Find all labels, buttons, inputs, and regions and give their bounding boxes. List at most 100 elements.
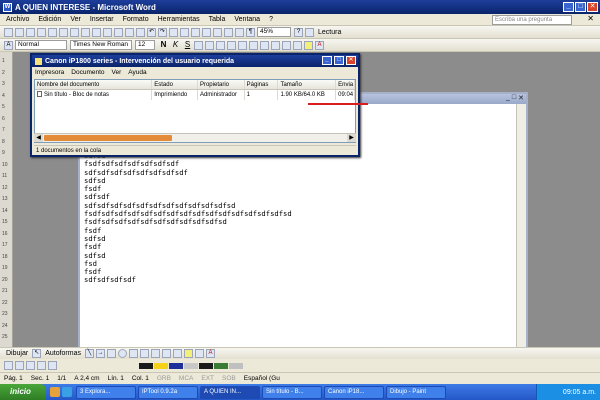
menu-ver[interactable]: Ver [70, 16, 81, 23]
format-painter-icon[interactable] [136, 27, 145, 37]
insert-table-icon[interactable] [191, 27, 200, 37]
reading-icon[interactable] [305, 27, 314, 37]
align-right-icon[interactable] [216, 40, 225, 50]
autoshapes-button[interactable]: Autoformas [45, 350, 81, 357]
maximize-button[interactable]: □ [575, 2, 586, 12]
taskbar-button[interactable]: Dibujo - Paint [386, 385, 446, 399]
normal-view-icon[interactable] [4, 361, 13, 370]
table-row[interactable]: Sin título - Bloc de notas Imprimiendo A… [35, 90, 355, 100]
font-select[interactable]: Times New Roman [70, 40, 132, 50]
undo-icon[interactable]: ↶ [147, 27, 156, 37]
wordart-icon[interactable] [139, 349, 149, 358]
job-list-horizontal-scrollbar[interactable]: ◀ ▶ [34, 133, 356, 142]
insert-excel-icon[interactable] [202, 27, 211, 37]
paste-icon[interactable] [125, 27, 134, 37]
print-queue-window[interactable]: Canon iP1800 series - Intervención del u… [30, 53, 368, 157]
clock[interactable]: 09:05 a.m. [563, 389, 596, 396]
print-view-icon[interactable] [26, 361, 35, 370]
close-button[interactable]: ✕ [587, 2, 598, 12]
ie-icon[interactable] [62, 387, 72, 397]
notepad-text-area[interactable]: sdfsdfsdfsdfsdfsdfsdfsdfsdfsdfsdfsdfsdfs… [84, 151, 292, 285]
bold-button[interactable]: N [158, 40, 169, 50]
underline-button[interactable]: S [182, 40, 193, 50]
reading-button[interactable]: Lectura [318, 29, 341, 36]
border-icon[interactable] [293, 40, 302, 50]
style-select[interactable]: Normal [15, 40, 67, 50]
col-owner[interactable]: Propietario [198, 80, 245, 89]
menu-ayuda[interactable]: ? [269, 16, 273, 23]
rectangle-icon[interactable] [106, 349, 116, 358]
line-color-icon[interactable] [194, 349, 204, 358]
window-titlebar[interactable]: W A QUIEN INTERESE - Microsoft Word _ □ … [0, 0, 600, 14]
bullets-icon[interactable] [260, 40, 269, 50]
col-sent[interactable]: Envia [336, 80, 355, 89]
hyperlink-icon[interactable] [169, 27, 178, 37]
clipart-icon[interactable] [161, 349, 171, 358]
italic-button[interactable]: K [170, 40, 181, 50]
col-size[interactable]: Tamaño [278, 80, 337, 89]
menu-herramientas[interactable]: Herramientas [158, 16, 200, 23]
columns-icon[interactable] [213, 27, 222, 37]
new-document-icon[interactable] [4, 27, 13, 37]
pq-close-button[interactable]: ✕ [346, 56, 356, 65]
menu-archivo[interactable]: Archivo [6, 16, 29, 23]
scroll-left-icon[interactable]: ◀ [34, 134, 43, 142]
menu-edicion[interactable]: Edición [38, 16, 61, 23]
taskbar-button[interactable]: IPTool 0.9.2a [138, 385, 198, 399]
arrow-icon[interactable]: → [95, 349, 105, 358]
menu-tabla[interactable]: Tabla [209, 16, 226, 23]
pq-maximize-button[interactable]: □ [334, 56, 344, 65]
highlight-icon[interactable] [304, 40, 313, 50]
font-color-icon[interactable]: A [315, 40, 324, 50]
font-size-select[interactable]: 12 [135, 40, 155, 50]
pq-menu-impresora[interactable]: Impresora [35, 69, 64, 76]
cut-icon[interactable] [103, 27, 112, 37]
insert-picture-icon[interactable] [172, 349, 182, 358]
permission-icon[interactable] [37, 27, 46, 37]
oval-icon[interactable] [117, 349, 127, 358]
print-icon[interactable] [59, 27, 68, 37]
menu-insertar[interactable]: Insertar [90, 16, 114, 23]
pq-menu-ver[interactable]: Ver [112, 69, 122, 76]
drawing-font-color-icon[interactable]: A [205, 349, 215, 358]
pq-menu-documento[interactable]: Documento [71, 69, 104, 76]
start-button[interactable]: inicio [0, 384, 46, 400]
drawing-icon[interactable] [224, 27, 233, 37]
taskbar-button[interactable]: 3 Explora... [76, 385, 136, 399]
save-icon[interactable] [26, 27, 35, 37]
increase-indent-icon[interactable] [282, 40, 291, 50]
document-map-icon[interactable] [235, 27, 244, 37]
print-queue-titlebar[interactable]: Canon iP1800 series - Intervención del u… [32, 55, 358, 67]
text-box-icon[interactable] [128, 349, 138, 358]
decrease-indent-icon[interactable] [271, 40, 280, 50]
scroll-thumb[interactable] [44, 135, 172, 141]
close-document-icon[interactable]: ✕ [587, 14, 594, 23]
taskbar-button[interactable]: A QUIEN IN... [200, 385, 260, 399]
fill-color-icon[interactable] [183, 349, 193, 358]
research-icon[interactable] [92, 27, 101, 37]
pq-menu-ayuda[interactable]: Ayuda [128, 69, 146, 76]
print-preview-icon[interactable] [70, 27, 79, 37]
web-view-icon[interactable] [15, 361, 24, 370]
draw-menu-button[interactable]: Dibujar [6, 350, 28, 357]
menu-formato[interactable]: Formato [123, 16, 149, 23]
open-folder-icon[interactable] [15, 27, 24, 37]
align-center-icon[interactable] [205, 40, 214, 50]
zoom-select[interactable]: 45% [257, 27, 291, 37]
menu-ventana[interactable]: Ventana [234, 16, 260, 23]
numbering-icon[interactable] [249, 40, 258, 50]
notepad-close-icon[interactable]: ✕ [518, 94, 524, 102]
tables-borders-icon[interactable] [180, 27, 189, 37]
col-document-name[interactable]: Nombre del documento [35, 80, 153, 89]
help-icon[interactable]: ? [294, 27, 303, 37]
line-icon[interactable]: ╲ [84, 349, 94, 358]
col-status[interactable]: Estado [152, 80, 198, 89]
minimize-button[interactable]: _ [563, 2, 574, 12]
copy-icon[interactable] [114, 27, 123, 37]
select-objects-icon[interactable]: ↖ [32, 349, 42, 358]
pq-minimize-button[interactable]: _ [322, 56, 332, 65]
notepad-minimize-icon[interactable]: _ [506, 94, 510, 102]
show-hide-icon[interactable]: ¶ [246, 27, 255, 37]
firefox-icon[interactable] [50, 387, 60, 397]
notepad-vertical-scrollbar[interactable] [516, 104, 526, 360]
